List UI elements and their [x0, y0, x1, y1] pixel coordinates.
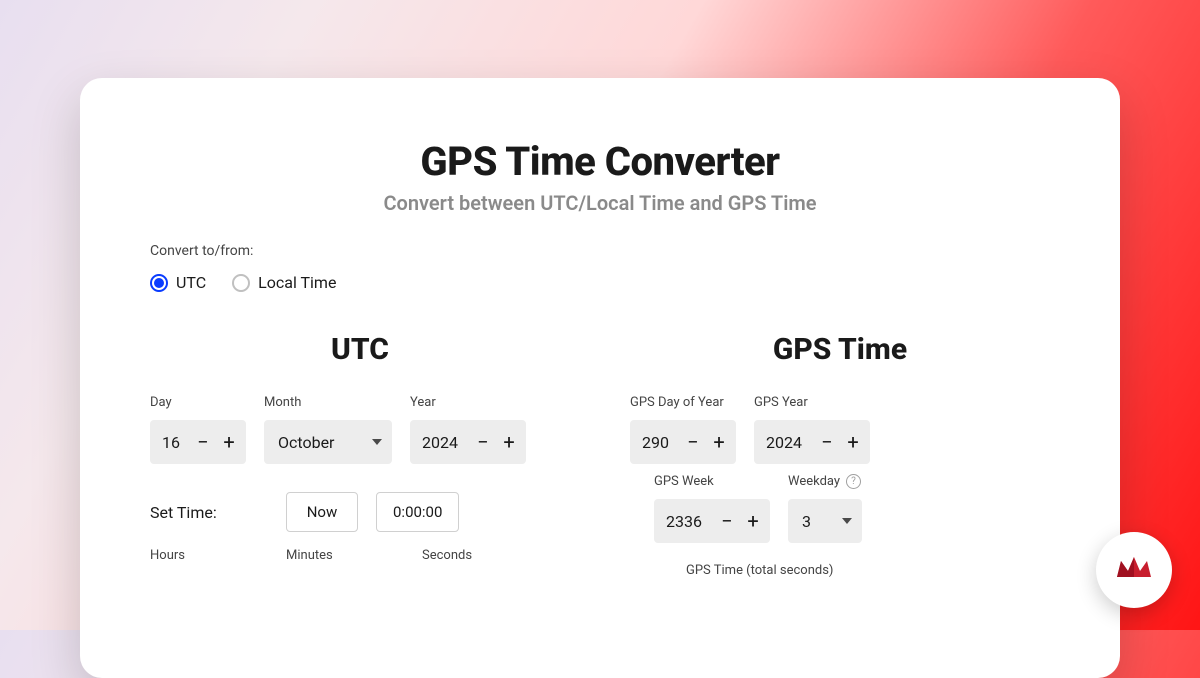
gps-week-row: GPS Week 2336 − + Weekday ? 3 — [654, 474, 1050, 543]
utc-year-stepper[interactable]: 2024 − + — [410, 420, 526, 464]
gps-doy-value: 290 — [642, 433, 680, 452]
radio-local-label: Local Time — [258, 273, 336, 292]
utc-year-label: Year — [410, 395, 526, 410]
gps-doy-field: GPS Day of Year 290 − + — [630, 395, 736, 464]
plus-icon[interactable]: + — [496, 420, 522, 464]
minus-icon[interactable]: − — [470, 420, 496, 464]
utc-day-label: Day — [150, 395, 246, 410]
app-card: GPS Time Converter Convert between UTC/L… — [80, 78, 1120, 678]
minus-icon[interactable]: − — [814, 420, 840, 464]
set-time-label: Set Time: — [150, 503, 268, 522]
gps-week-stepper[interactable]: 2336 − + — [654, 499, 770, 543]
gps-weekday-label-wrap: Weekday ? — [788, 474, 862, 489]
gps-week-value: 2336 — [666, 512, 714, 531]
hours-label: Hours — [150, 548, 268, 563]
utc-month-select[interactable]: October — [264, 420, 392, 464]
set-time-row: Set Time: Now 0:00:00 — [150, 492, 570, 532]
radio-utc-label: UTC — [176, 273, 206, 292]
gps-year-stepper[interactable]: 2024 − + — [754, 420, 870, 464]
zero-time-button[interactable]: 0:00:00 — [376, 492, 459, 532]
utc-month-label: Month — [264, 395, 392, 410]
gps-week-field: GPS Week 2336 − + — [654, 474, 770, 543]
radio-local[interactable]: Local Time — [232, 273, 336, 292]
utc-column: UTC Day 16 − + Month October — [150, 332, 570, 578]
radio-utc[interactable]: UTC — [150, 273, 206, 292]
chevron-down-icon — [372, 439, 382, 445]
gps-week-label: GPS Week — [654, 474, 770, 489]
utc-day-stepper[interactable]: 16 − + — [150, 420, 246, 464]
gps-weekday-field: Weekday ? 3 — [788, 474, 862, 543]
convert-mode-group: UTC Local Time — [150, 273, 1050, 292]
minus-icon[interactable]: − — [714, 499, 740, 543]
utc-year-value: 2024 — [422, 433, 470, 452]
gps-doy-stepper[interactable]: 290 − + — [630, 420, 736, 464]
chevron-down-icon — [842, 518, 852, 524]
page-title: GPS Time Converter — [150, 138, 1050, 185]
plus-icon[interactable]: + — [216, 420, 242, 464]
gps-column: GPS Time GPS Day of Year 290 − + GPS Yea… — [630, 332, 1050, 578]
utc-heading: UTC — [150, 332, 570, 367]
gps-total-seconds-label: GPS Time (total seconds) — [686, 563, 1050, 578]
page-subtitle: Convert between UTC/Local Time and GPS T… — [150, 191, 1050, 215]
gps-year-label: GPS Year — [754, 395, 870, 410]
minus-icon[interactable]: − — [680, 420, 706, 464]
gps-weekday-label: Weekday — [788, 474, 840, 489]
gps-year-field: GPS Year 2024 − + — [754, 395, 870, 464]
time-labels-row: Hours Minutes Seconds — [150, 548, 570, 563]
utc-month-field: Month October — [264, 395, 392, 464]
seconds-label: Seconds — [422, 548, 540, 563]
columns: UTC Day 16 − + Month October — [150, 332, 1050, 578]
utc-day-value: 16 — [162, 433, 190, 452]
utc-day-field: Day 16 − + — [150, 395, 246, 464]
minus-icon[interactable]: − — [190, 420, 216, 464]
gps-doy-label: GPS Day of Year — [630, 395, 736, 410]
utc-month-value: October — [278, 433, 334, 452]
gps-heading: GPS Time — [630, 332, 1050, 367]
gps-weekday-value: 3 — [802, 512, 811, 531]
now-button[interactable]: Now — [286, 492, 358, 532]
gps-year-value: 2024 — [766, 433, 814, 452]
crown-icon — [1113, 549, 1155, 591]
help-icon[interactable]: ? — [846, 474, 861, 489]
brand-badge[interactable] — [1096, 532, 1172, 608]
gps-weekday-select[interactable]: 3 — [788, 499, 862, 543]
minutes-label: Minutes — [286, 548, 404, 563]
plus-icon[interactable]: + — [706, 420, 732, 464]
plus-icon[interactable]: + — [840, 420, 866, 464]
radio-unchecked-icon — [232, 274, 250, 292]
radio-checked-icon — [150, 274, 168, 292]
utc-year-field: Year 2024 − + — [410, 395, 526, 464]
plus-icon[interactable]: + — [740, 499, 766, 543]
convert-mode-label: Convert to/from: — [150, 243, 1050, 259]
